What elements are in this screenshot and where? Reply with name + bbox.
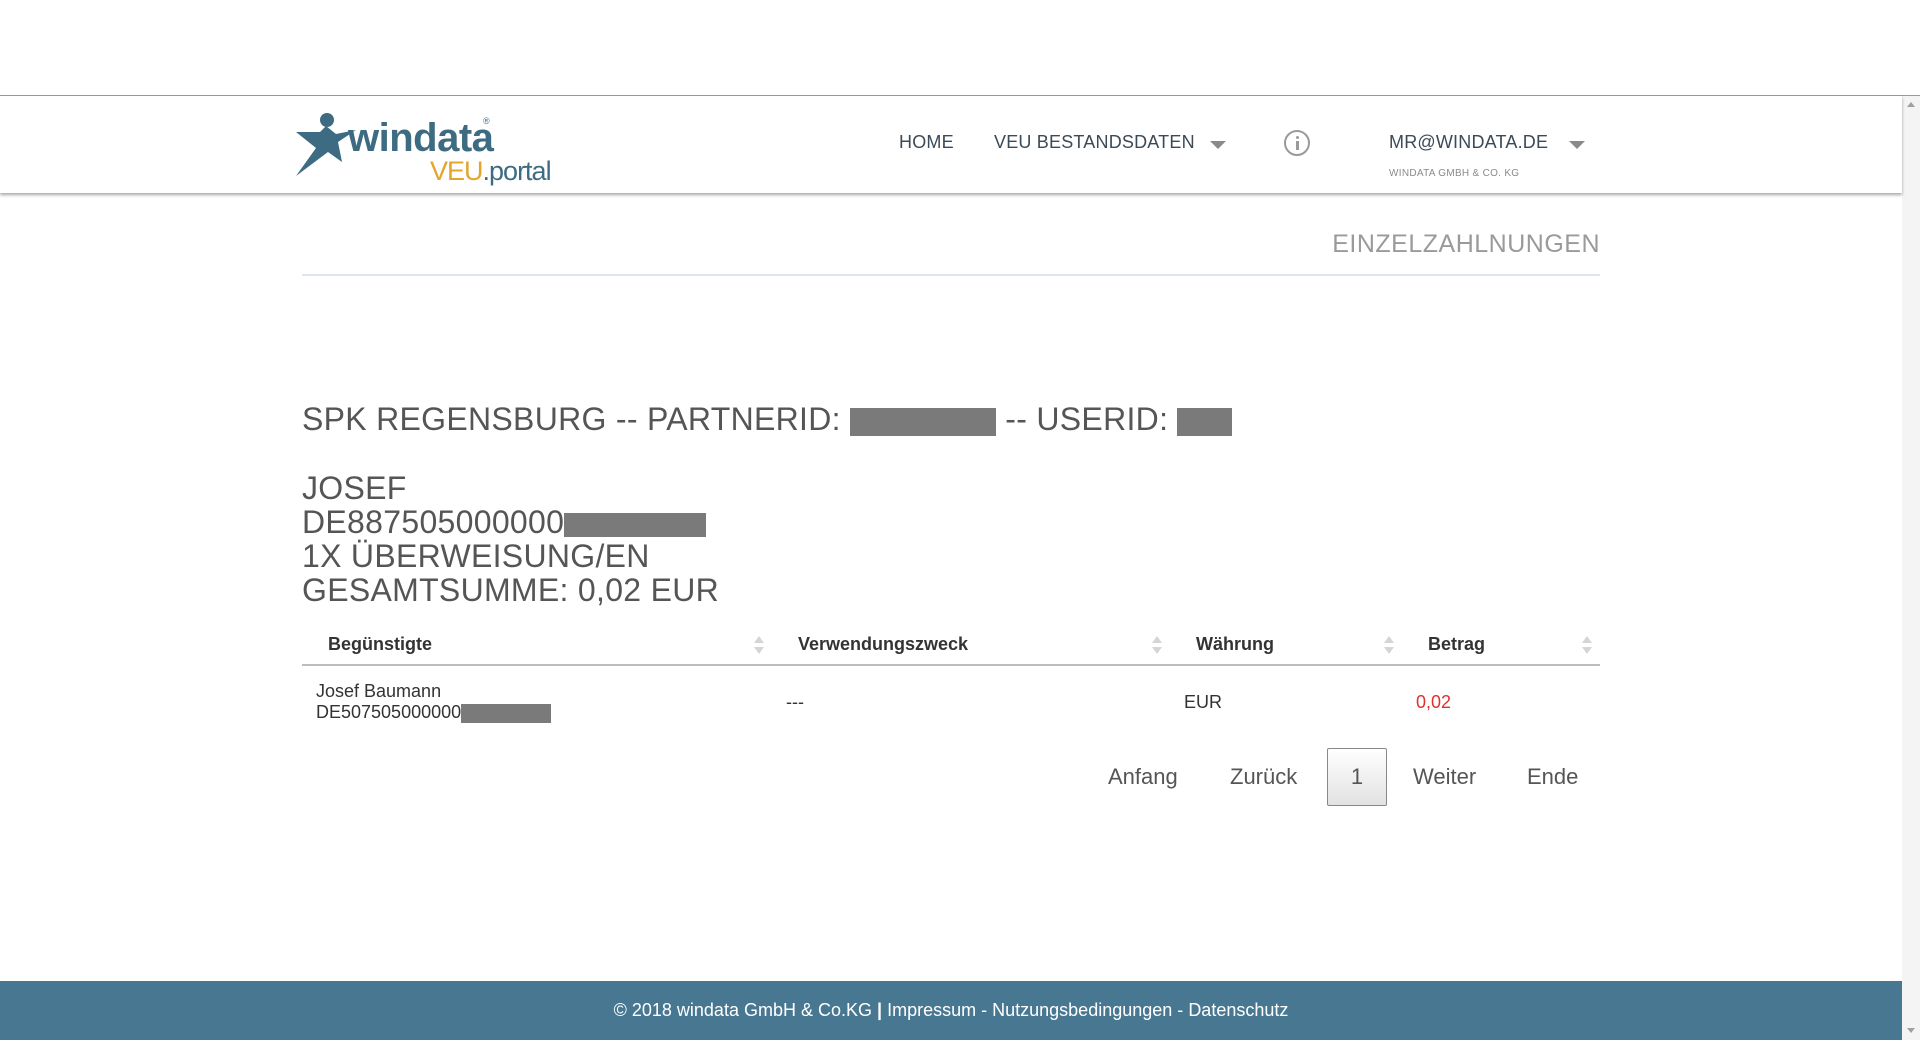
pagination-last[interactable]: Ende — [1527, 748, 1578, 806]
transfer-count: 1X ÜBERWEISUNG/EN — [302, 538, 650, 574]
footer-link-impressum[interactable]: Impressum — [887, 1000, 976, 1020]
table-row: Josef Baumann DE507505000000 --- EUR 0,0… — [302, 666, 1600, 734]
bank-line-prefix: SPK REGENSBURG -- PARTNERID: — [302, 401, 841, 437]
title-divider — [302, 274, 1600, 276]
user-company: WINDATA GMBH & CO. KG — [1389, 168, 1520, 179]
vertical-scrollbar[interactable] — [1902, 96, 1920, 1040]
bank-line-mid: -- USERID: — [1005, 401, 1169, 437]
logo-product-prefix: VEU — [430, 156, 484, 186]
cell-betrag: 0,02 — [1416, 691, 1452, 712]
column-header-waehrung[interactable]: Währung — [1170, 624, 1402, 666]
nav-veu-bestandsdaten[interactable]: VEU BESTANDSDATEN — [994, 132, 1195, 153]
column-header-label: Verwendungszweck — [798, 633, 969, 654]
user-chevron-down-icon[interactable] — [1569, 141, 1585, 149]
column-header-beguenstigte[interactable]: Begünstigte — [302, 624, 772, 666]
info-icon[interactable] — [1284, 130, 1310, 156]
bank-line: SPK REGENSBURG -- PARTNERID: -- USERID: — [302, 401, 1233, 437]
footer-dash: - — [981, 1000, 988, 1020]
column-header-betrag[interactable]: Betrag — [1402, 624, 1600, 666]
total-sum: GESAMTSUMME: 0,02 EUR — [302, 572, 720, 608]
logo-product-suffix: .portal — [482, 156, 552, 186]
column-header-label: Währung — [1196, 633, 1274, 654]
table-header-row: Begünstigte Verwendungszweck Währung Bet… — [302, 624, 1600, 666]
scroll-up-arrow-icon[interactable] — [1907, 102, 1915, 107]
column-header-label: Begünstigte — [328, 633, 433, 654]
logo-brand-text: windata — [348, 116, 494, 160]
bestandsdaten-chevron-down-icon[interactable] — [1210, 141, 1226, 149]
column-header-verwendungszweck[interactable]: Verwendungszweck — [772, 624, 1170, 666]
redacted-userid — [1177, 407, 1233, 436]
footer-divider: | — [877, 1000, 883, 1020]
scroll-down-arrow-icon[interactable] — [1907, 1028, 1915, 1033]
logo-registered-mark: ® — [483, 116, 490, 126]
column-header-label: Betrag — [1428, 633, 1486, 654]
pagination-prev[interactable]: Zurück — [1230, 748, 1297, 806]
payee-iban-prefix: DE507505000000 — [316, 702, 462, 722]
redacted-partnerid — [850, 407, 997, 436]
sort-icon[interactable] — [1582, 636, 1592, 656]
redacted-account-iban — [564, 512, 707, 537]
footer-dash: - — [1177, 1000, 1184, 1020]
cell-waehrung: EUR — [1184, 691, 1223, 712]
cell-verwendungszweck: --- — [786, 691, 804, 712]
top-navbar: windata ® VEU.portal HOME VEU BESTANDSDA… — [0, 96, 1902, 193]
page-title: EINZELZAHLNUNGEN — [1332, 230, 1600, 258]
sort-icon[interactable] — [754, 636, 764, 656]
account-iban-prefix: DE887505000000 — [302, 504, 565, 540]
account-name: JOSEF — [302, 470, 407, 506]
nav-user-email[interactable]: MR@WINDATA.DE — [1389, 132, 1548, 153]
pagination-next[interactable]: Weiter — [1413, 748, 1476, 806]
windata-logo[interactable]: windata ® VEU.portal — [290, 110, 552, 187]
footer-link-nutzungsbedingungen[interactable]: Nutzungsbedingungen — [992, 1000, 1172, 1020]
footer-copyright: © 2018 windata GmbH & Co.KG — [613, 1000, 872, 1020]
sort-icon[interactable] — [1152, 636, 1162, 656]
cell-beguenstigte: Josef Baumann DE507505000000 — [302, 666, 772, 734]
payee-name: Josef Baumann — [316, 681, 442, 701]
pagination-current-page[interactable]: 1 — [1327, 748, 1387, 806]
logo-product-text: VEU.portal — [430, 156, 552, 187]
nav-home[interactable]: HOME — [899, 132, 954, 153]
browser-top-area — [0, 0, 1920, 96]
page-footer: © 2018 windata GmbH & Co.KG | Impressum … — [0, 981, 1902, 1040]
sort-icon[interactable] — [1384, 636, 1394, 656]
account-iban: DE887505000000 — [302, 504, 707, 540]
payee-iban: DE507505000000 — [316, 702, 772, 723]
redacted-payee-iban — [461, 703, 552, 723]
pagination-first[interactable]: Anfang — [1108, 748, 1178, 806]
footer-link-datenschutz[interactable]: Datenschutz — [1188, 1000, 1288, 1020]
payments-table: Begünstigte Verwendungszweck Währung Bet… — [302, 624, 1600, 734]
